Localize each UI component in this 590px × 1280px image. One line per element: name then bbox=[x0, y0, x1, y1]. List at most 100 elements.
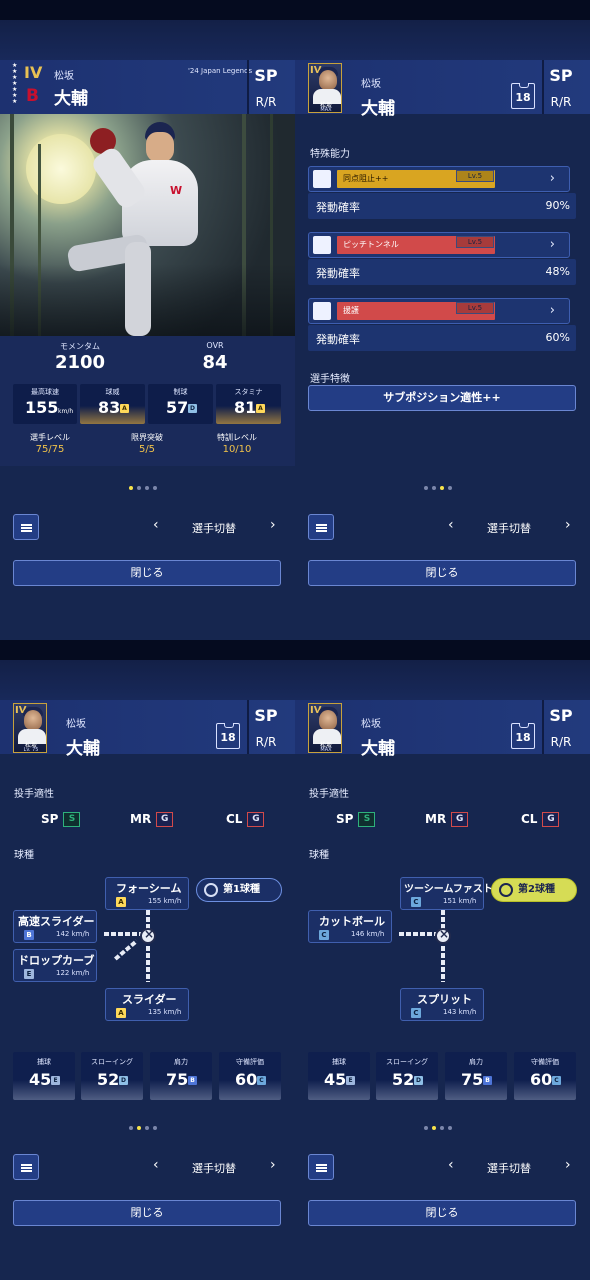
stat-value: 75 bbox=[166, 1070, 189, 1089]
fielding-arm: 肩力 75 B bbox=[150, 1052, 212, 1100]
pitch-item[interactable]: スライダー A 135 km/h bbox=[105, 988, 189, 1021]
aptitude-title: 投手適性 bbox=[309, 789, 349, 800]
pitch-item[interactable]: スプリット C 143 km/h bbox=[400, 988, 484, 1021]
stat-max-speed: 最高球速 155 km/h bbox=[13, 384, 77, 424]
pitch-item[interactable]: フォーシーム A 155 km/h bbox=[105, 877, 189, 910]
skill-row[interactable]: ピッチトンネル Lv.5 › bbox=[308, 232, 570, 258]
fielding-throwing: スローイング 52 D bbox=[376, 1052, 438, 1100]
pitch-item[interactable]: カットボール C 146 km/h bbox=[308, 910, 392, 943]
fielding-catch: 捕球 45 E bbox=[308, 1052, 370, 1100]
player-card-thumbnail: IV 松坂 Lv. 75 bbox=[13, 703, 47, 753]
set-pitch-1-button[interactable]: 第1球種 bbox=[196, 878, 282, 902]
set-pitch-label: 第2球種 bbox=[518, 884, 555, 895]
pitch-speed: 142 km/h bbox=[56, 930, 90, 938]
prob-value: 90% bbox=[545, 199, 570, 212]
next-player-button[interactable]: › bbox=[270, 1157, 276, 1173]
stat-value: 52 bbox=[97, 1070, 120, 1089]
prev-player-button[interactable]: ‹ bbox=[448, 1157, 454, 1173]
card-face-image bbox=[24, 710, 42, 730]
pitch-rank: B bbox=[24, 930, 34, 940]
stat-rank-badge: D bbox=[414, 1076, 423, 1085]
menu-icon bbox=[21, 524, 32, 532]
stat-label: 最高球速 bbox=[31, 388, 59, 396]
close-button[interactable]: 閉じる bbox=[13, 560, 281, 586]
runner-icon bbox=[313, 170, 331, 188]
pitch-item[interactable]: ツーシームファスト C 151 km/h bbox=[400, 877, 493, 910]
player-card-thumbnail: IV 松坂 MAX bbox=[308, 63, 342, 113]
set-pitch-2-button[interactable]: 第2球種 bbox=[491, 878, 577, 902]
top-strip bbox=[295, 0, 590, 20]
menu-button[interactable] bbox=[308, 1154, 334, 1180]
prob-value: 60% bbox=[545, 331, 570, 344]
support-icon bbox=[313, 302, 331, 320]
close-button[interactable]: 閉じる bbox=[13, 1200, 281, 1226]
stat-rank-badge: E bbox=[346, 1076, 355, 1085]
skill-prob-row: 発動確率 60% bbox=[308, 325, 576, 351]
header-divider bbox=[247, 60, 249, 114]
stat-value: 60 bbox=[235, 1070, 258, 1089]
aptitude-rank: G bbox=[542, 812, 560, 827]
skill-row[interactable]: 援護 Lv.5 › bbox=[308, 298, 570, 324]
aptitude-mr: MR G bbox=[130, 812, 174, 827]
prob-label: 発動確率 bbox=[316, 201, 360, 214]
position-box: SP R/R bbox=[251, 706, 281, 749]
next-player-button[interactable]: › bbox=[565, 1157, 571, 1173]
header-stripe bbox=[0, 20, 295, 60]
stat-label: 守備評価 bbox=[236, 1058, 264, 1066]
aptitude-mr: MR G bbox=[425, 812, 469, 827]
training-level-value: 10/10 bbox=[222, 444, 252, 455]
aptitude-rank: S bbox=[358, 812, 376, 827]
switch-player-label: 選手切替 bbox=[487, 522, 531, 535]
top-strip bbox=[295, 640, 590, 660]
aptitude-rank: G bbox=[247, 812, 265, 827]
close-button[interactable]: 閉じる bbox=[308, 1200, 576, 1226]
stat-label: 肩力 bbox=[469, 1058, 483, 1066]
aptitude-pos: SP bbox=[336, 812, 354, 826]
stat-label: スタミナ bbox=[234, 388, 263, 396]
stat-value: 83 bbox=[98, 398, 121, 417]
pitch-rank: C bbox=[319, 930, 329, 940]
menu-button[interactable] bbox=[308, 514, 334, 540]
pitch-rank: C bbox=[411, 1008, 421, 1018]
pitch-title: 球種 bbox=[309, 850, 329, 861]
pitch-item[interactable]: 高速スライダー B 142 km/h bbox=[13, 910, 97, 943]
prev-player-button[interactable]: ‹ bbox=[153, 517, 159, 533]
position-box: SP R/R bbox=[546, 706, 576, 749]
menu-button[interactable] bbox=[13, 514, 39, 540]
header-stripe bbox=[295, 660, 590, 700]
pitch-item[interactable]: ドロップカーブ E 122 km/h bbox=[13, 949, 97, 982]
aptitude-cl: CL G bbox=[521, 812, 560, 827]
pitch-name: フォーシーム bbox=[116, 882, 182, 895]
training-level-label: 特訓レベル bbox=[217, 433, 257, 442]
pitching-icon bbox=[313, 236, 331, 254]
pitch-rank: C bbox=[411, 897, 421, 907]
trait-button[interactable]: サブポジション適性++ bbox=[308, 385, 576, 411]
stat-value: 155 bbox=[25, 398, 59, 417]
pitch-chart-line bbox=[399, 932, 439, 936]
player-name: 松坂 bbox=[361, 719, 381, 730]
page-indicator bbox=[129, 475, 169, 490]
skill-row[interactable]: 同点阻止++ Lv.5 › bbox=[308, 166, 570, 192]
page-indicator bbox=[424, 1115, 464, 1130]
face-image bbox=[146, 132, 174, 162]
pitch-chart-line bbox=[146, 946, 150, 982]
prev-player-button[interactable]: ‹ bbox=[153, 1157, 159, 1173]
prev-player-button[interactable]: ‹ bbox=[448, 517, 454, 533]
stat-label: 制球 bbox=[173, 388, 188, 396]
card-level: MAX bbox=[320, 107, 332, 113]
next-player-button[interactable]: › bbox=[270, 517, 276, 533]
stat-value: 52 bbox=[392, 1070, 415, 1089]
next-player-button[interactable]: › bbox=[565, 517, 571, 533]
position-box: SP R/R bbox=[546, 66, 576, 109]
card-face-image bbox=[319, 710, 337, 730]
menu-button[interactable] bbox=[13, 1154, 39, 1180]
stat-rank-badge: E bbox=[51, 1076, 60, 1085]
throw-bat-label: R/R bbox=[255, 735, 277, 749]
close-button[interactable]: 閉じる bbox=[308, 560, 576, 586]
fielding-rating: 守備評価 60 C bbox=[219, 1052, 281, 1100]
stat-value: 45 bbox=[29, 1070, 52, 1089]
skill-level: Lv.5 bbox=[456, 302, 494, 314]
aptitude-rank: G bbox=[156, 812, 174, 827]
stat-rank-badge: B bbox=[188, 1076, 197, 1085]
pitch-rank: E bbox=[24, 969, 34, 979]
